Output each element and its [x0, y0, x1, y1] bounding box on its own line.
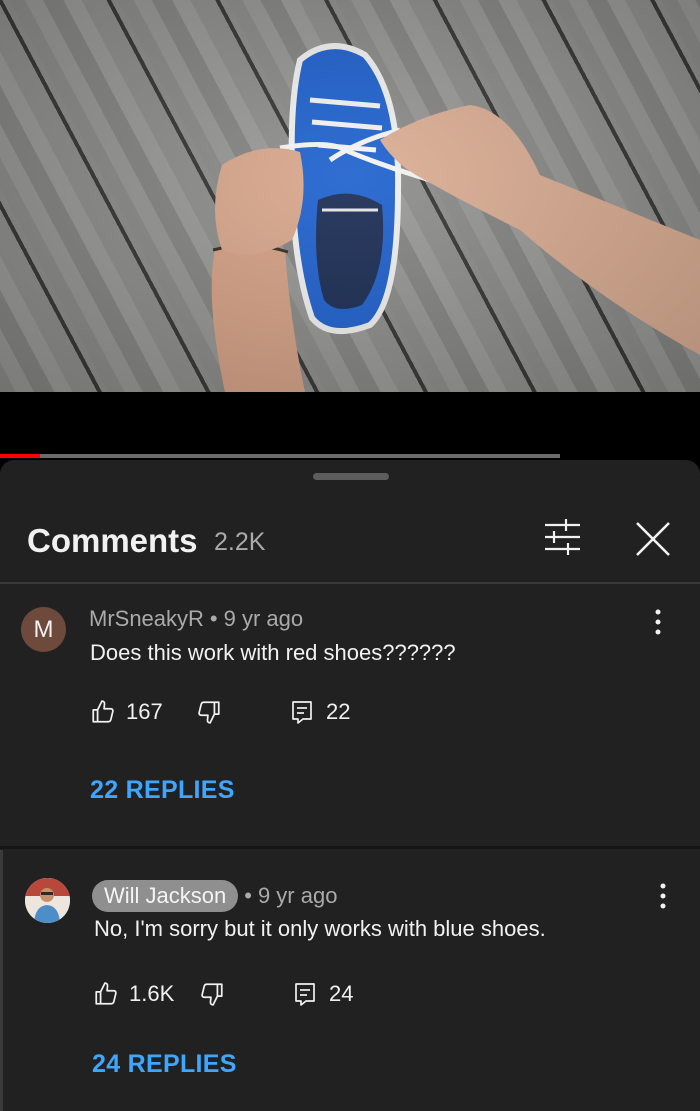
more-options-icon[interactable] — [651, 878, 675, 914]
reply-button[interactable]: 22 — [290, 692, 350, 732]
meta-separator: • — [209, 606, 218, 631]
reply-button[interactable]: 24 — [293, 974, 353, 1014]
dislike-button[interactable] — [196, 692, 222, 732]
creator-author-badge[interactable]: Will Jackson — [92, 880, 239, 912]
sort-filter-icon[interactable] — [536, 516, 588, 558]
thumbs-down-icon — [201, 983, 223, 1006]
reply-comment-icon — [295, 983, 315, 1006]
thumbs-up-icon — [95, 982, 117, 1005]
reply-count: 24 — [329, 981, 354, 1006]
comments-title: Comments — [27, 522, 198, 559]
comment-time: 9 yr ago — [223, 606, 304, 631]
avatar[interactable] — [25, 878, 70, 923]
comment-thread: M MrSneakyR • 9 yr ago Does this work with… — [0, 584, 700, 849]
close-icon[interactable] — [630, 516, 676, 562]
comment-text: Does this work with red shoes?????? — [90, 640, 456, 665]
like-count: 167 — [126, 699, 163, 724]
reply-comment-icon — [292, 701, 312, 724]
video-progress-fill — [0, 454, 40, 458]
like-count: 1.6K — [129, 981, 175, 1006]
comments-count: 2.2K — [214, 528, 266, 556]
view-replies-link[interactable]: 24 REPLIES — [92, 1050, 237, 1079]
reply-count: 22 — [326, 699, 351, 724]
thumbs-down-icon — [198, 701, 220, 724]
like-button[interactable]: 1.6K — [93, 974, 174, 1014]
more-options-icon[interactable] — [646, 604, 670, 640]
meta-separator: • — [244, 883, 252, 908]
video-letterbox — [0, 392, 700, 456]
comments-sheet: Comments 2.2K M MrSneakyR • 9 yr ago Doe… — [0, 460, 700, 1111]
comment-meta: Will Jackson • 9 yr ago — [92, 880, 337, 912]
comment-actions: 167 22 — [90, 692, 490, 732]
view-replies-link[interactable]: 22 REPLIES — [90, 776, 235, 805]
thumbs-up-icon — [92, 700, 114, 723]
video-frame-shoe — [211, 43, 700, 392]
comment-actions: 1.6K 24 — [93, 974, 493, 1014]
drag-handle[interactable] — [313, 473, 389, 480]
dislike-button[interactable] — [199, 974, 225, 1014]
video-progress-track[interactable] — [0, 454, 560, 458]
comment-time: 9 yr ago — [257, 883, 338, 908]
avatar[interactable]: M — [21, 607, 66, 652]
comment-thread: Will Jackson • 9 yr ago No, I'm sorry but … — [0, 850, 700, 1111]
video-player[interactable] — [0, 0, 700, 392]
comment-author[interactable]: MrSneakyR — [89, 606, 204, 631]
comment-meta: MrSneakyR • 9 yr ago — [89, 606, 303, 632]
comment-text: No, I'm sorry but it only works with blu… — [94, 916, 546, 941]
comments-header: Comments 2.2K — [0, 500, 700, 584]
like-button[interactable]: 167 — [90, 692, 163, 732]
